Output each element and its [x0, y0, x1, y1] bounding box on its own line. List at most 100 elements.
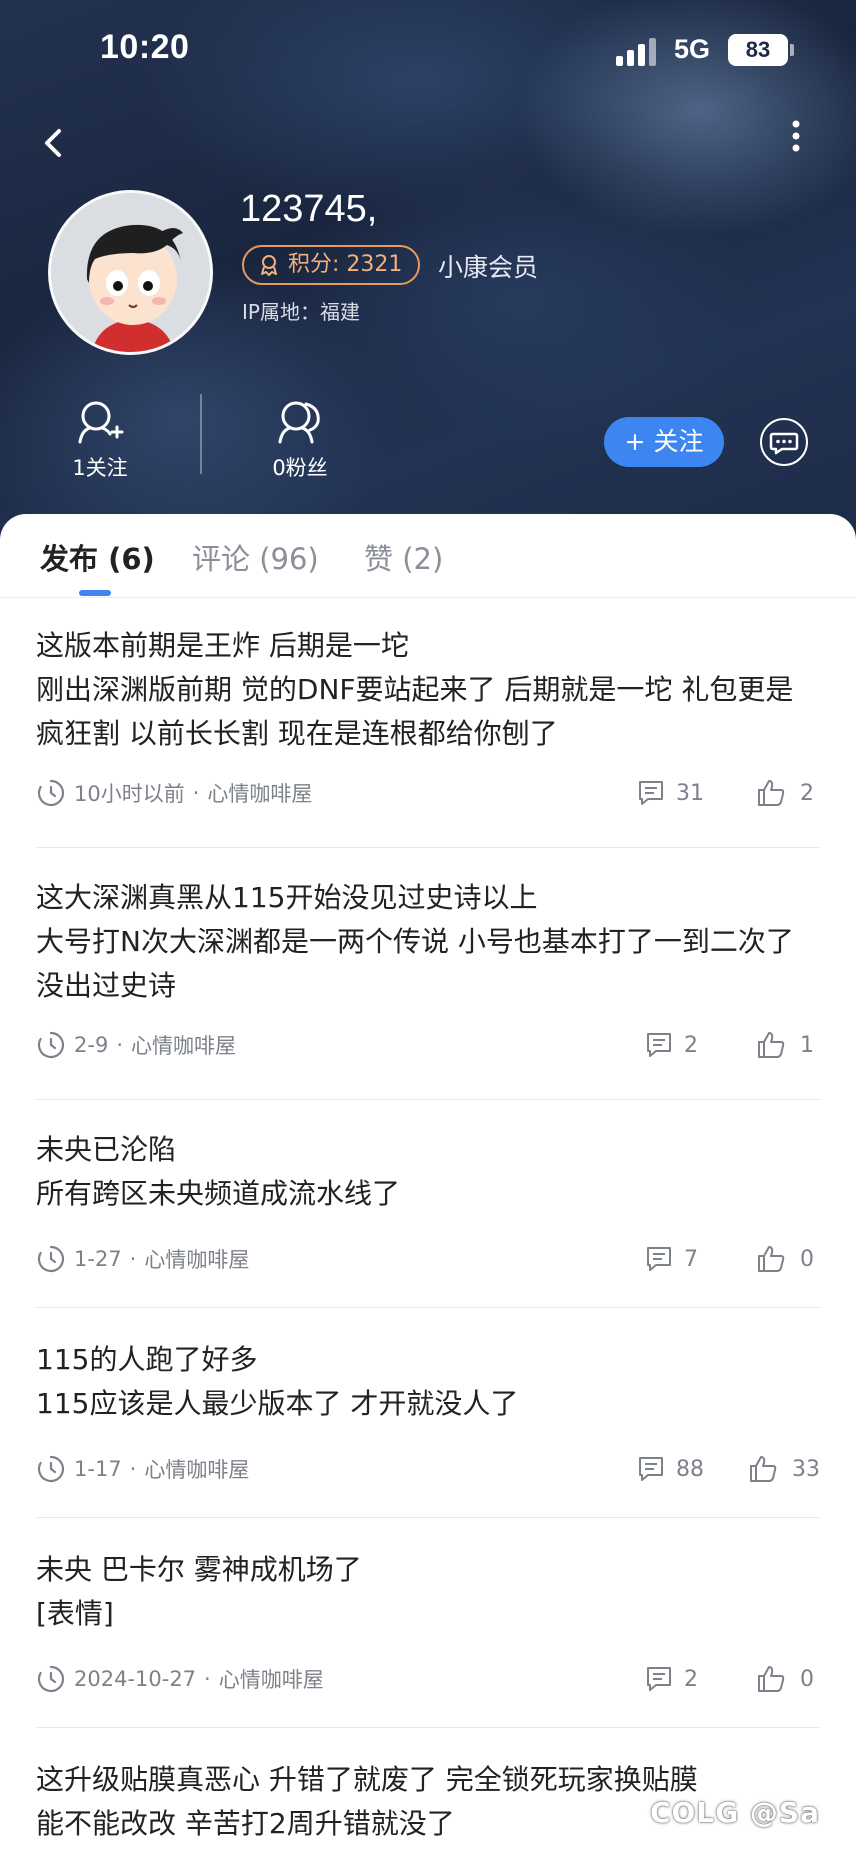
tab-likes[interactable]: 赞 (2)	[364, 536, 443, 578]
thumbs-up-icon	[758, 1032, 785, 1058]
chat-bubble-icon	[769, 432, 799, 455]
post-meta-right: 2 0	[644, 1662, 820, 1696]
stat-divider	[200, 394, 202, 474]
comment-button[interactable]: 7	[644, 1245, 704, 1273]
status-bar: 10:20 5G 83	[0, 0, 856, 100]
more-vertical-icon	[792, 120, 800, 152]
post-channel[interactable]: 心情咖啡屋	[144, 1244, 249, 1274]
post-title: 未央 巴卡尔 雾神成机场了	[36, 1553, 362, 1586]
followers-label: 0粉丝	[272, 456, 328, 480]
post-meta-left: 1-17 · 心情咖啡屋	[36, 1452, 249, 1486]
clock-icon	[37, 1245, 65, 1273]
post-body: 刚出深渊版前期 觉的DNF要站起来了 后期就是一坨 礼包更是疯狂割 以前长长割 …	[36, 673, 794, 750]
like-button[interactable]: 0	[756, 1664, 820, 1694]
comment-icon	[647, 1667, 671, 1691]
post-meta: 1-17 · 心情咖啡屋 88 33	[36, 1452, 820, 1486]
like-count: 1	[800, 1032, 814, 1058]
thumbs-up-icon	[750, 1456, 777, 1482]
post-item[interactable]: 115的人跑了好多 115应该是人最少版本了 才开就没人了 1-17 · 心情咖…	[36, 1338, 820, 1518]
clock-icon	[37, 1031, 65, 1059]
post-meta-left: 2-9 · 心情咖啡屋	[36, 1028, 236, 1062]
comment-button[interactable]: 2	[644, 1665, 704, 1693]
following-stat[interactable]: 1关注	[40, 398, 160, 482]
post-channel[interactable]: 心情咖啡屋	[219, 1664, 324, 1694]
watermark: COLG @Sa	[650, 1796, 820, 1829]
post-meta-right: 7 0	[644, 1242, 820, 1276]
profile-header: 10:20 5G 83 123745, 积分: 2321 小康会员 IP属地：福…	[0, 0, 856, 560]
battery-icon: 83	[728, 34, 788, 66]
post-item[interactable]: 这版本前期是王炸 后期是一坨 刚出深渊版前期 觉的DNF要站起来了 后期就是一坨…	[36, 624, 820, 848]
more-options-button[interactable]	[776, 118, 816, 158]
member-level: 小康会员	[438, 253, 539, 282]
comment-icon	[647, 1247, 671, 1271]
username: 123745,	[240, 188, 378, 230]
message-button[interactable]	[760, 418, 808, 466]
thumbs-up-icon	[758, 780, 785, 806]
post-item[interactable]: 未央已沦陷 所有跨区未央频道成流水线了 1-27 · 心情咖啡屋 7 0	[36, 1128, 820, 1308]
post-meta: 2-9 · 心情咖啡屋 2 1	[36, 1028, 820, 1062]
post-title: 未央已沦陷	[36, 1133, 177, 1166]
comment-button[interactable]: 2	[644, 1031, 704, 1059]
post-meta-left: 10小时以前 · 心情咖啡屋	[36, 776, 312, 810]
post-meta-right: 88 33	[636, 1452, 820, 1486]
post-title: 这升级贴膜真恶心 升错了就废了 完全锁死玩家换贴膜	[36, 1763, 698, 1796]
meta-separator: ·	[204, 1667, 211, 1691]
avatar[interactable]	[48, 190, 213, 355]
thumbs-up-icon	[758, 1666, 785, 1692]
like-count: 33	[792, 1456, 820, 1482]
tab-bar: 发布 (6) 评论 (96) 赞 (2)	[0, 514, 856, 598]
chevron-left-icon	[45, 129, 61, 157]
post-meta-left: 2024-10-27 · 心情咖啡屋	[36, 1662, 324, 1696]
back-button[interactable]	[30, 118, 80, 168]
like-button[interactable]: 33	[748, 1454, 820, 1484]
post-item[interactable]: 未央 巴卡尔 雾神成机场了 [表情] 2024-10-27 · 心情咖啡屋 2 …	[36, 1548, 820, 1728]
comment-count: 88	[676, 1456, 704, 1482]
like-count: 2	[800, 780, 814, 806]
clock-icon	[37, 779, 65, 807]
like-button[interactable]: 1	[756, 1030, 820, 1060]
comment-button[interactable]: 31	[636, 779, 704, 807]
post-channel[interactable]: 心情咖啡屋	[207, 778, 312, 808]
comment-icon	[639, 781, 663, 805]
following-label: 1关注	[72, 456, 128, 480]
tab-comments[interactable]: 评论 (96)	[192, 536, 319, 578]
meta-separator: ·	[129, 1247, 137, 1271]
like-button[interactable]: 2	[756, 778, 820, 808]
clock-icon	[37, 1665, 65, 1693]
follow-button[interactable]: + 关注	[604, 417, 724, 467]
clock-icon	[37, 1455, 65, 1483]
like-count: 0	[800, 1246, 814, 1272]
post-item[interactable]: 这大深渊真黑从115开始没见过史诗以上 大号打N次大深渊都是一两个传说 小号也基…	[36, 876, 820, 1100]
post-meta: 10小时以前 · 心情咖啡屋 31 2	[36, 776, 820, 810]
like-count: 0	[800, 1666, 814, 1692]
post-time: 1-17	[74, 1457, 122, 1481]
post-meta-left: 1-27 · 心情咖啡屋	[36, 1242, 249, 1276]
content-panel: 发布 (6) 评论 (96) 赞 (2) 这版本前期是王炸 后期是一坨 刚出深渊…	[0, 514, 856, 1852]
meta-separator: ·	[192, 781, 200, 805]
post-title: 115的人跑了好多	[36, 1343, 258, 1376]
comment-count: 31	[676, 780, 704, 806]
comment-button[interactable]: 88	[636, 1455, 704, 1483]
post-title: 这版本前期是王炸 后期是一坨	[36, 629, 409, 662]
status-time: 10:20	[100, 28, 190, 66]
post-time: 10小时以前	[74, 782, 185, 806]
post-body: 所有跨区未央频道成流水线了	[36, 1177, 401, 1210]
cartoon-avatar-icon	[51, 193, 210, 352]
points-label: 积分: 2321	[288, 252, 403, 277]
points-badge[interactable]: 积分: 2321	[242, 245, 421, 285]
like-button[interactable]: 0	[756, 1244, 820, 1274]
post-title: 这大深渊真黑从115开始没见过史诗以上	[36, 881, 538, 914]
post-time: 1-27	[74, 1247, 122, 1271]
post-time: 2-9	[74, 1033, 109, 1057]
comment-count: 2	[684, 1032, 698, 1058]
meta-separator: ·	[129, 1457, 137, 1481]
meta-separator: ·	[116, 1033, 123, 1057]
post-body: [表情]	[36, 1597, 114, 1630]
tab-posts[interactable]: 发布 (6)	[40, 536, 155, 578]
comment-icon	[647, 1033, 671, 1057]
post-channel[interactable]: 心情咖啡屋	[144, 1454, 249, 1484]
comment-icon	[639, 1457, 663, 1481]
comment-count: 7	[684, 1246, 698, 1272]
post-channel[interactable]: 心情咖啡屋	[131, 1030, 236, 1060]
followers-stat[interactable]: 0粉丝	[240, 398, 360, 482]
